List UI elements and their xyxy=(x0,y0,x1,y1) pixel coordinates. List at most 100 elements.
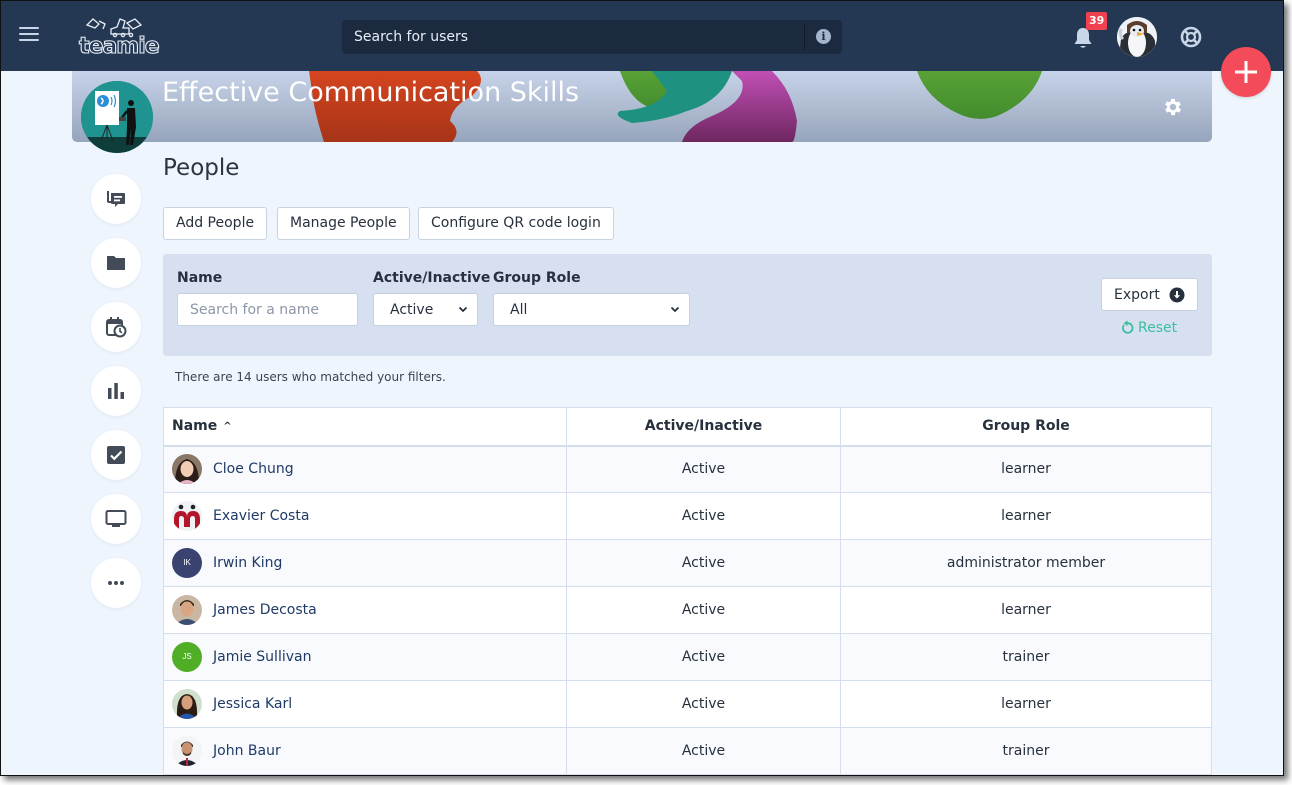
rail-discussion-button[interactable] xyxy=(91,174,141,224)
person: Jessica Karl xyxy=(172,689,566,719)
avatar[interactable] xyxy=(172,689,202,719)
plus-icon[interactable] xyxy=(1221,47,1271,97)
person-name-link[interactable]: Jessica Karl xyxy=(213,696,292,712)
manage-people-button[interactable]: Manage People xyxy=(277,207,410,240)
group-role-select-value: All xyxy=(510,302,528,318)
people-table-body: Cloe Chung Active learner Exavier Costa Acti… xyxy=(163,445,1212,775)
cell-status: Active xyxy=(566,539,841,587)
table-row: Exavier Costa Active learner xyxy=(163,492,1212,540)
export-button[interactable]: Export xyxy=(1101,278,1198,311)
cell-role: trainer xyxy=(840,727,1212,775)
configure-qr-login-button[interactable]: Configure QR code login xyxy=(418,207,614,240)
monitor-icon xyxy=(105,510,127,527)
top-navbar: teamie i 39 xyxy=(1,1,1283,71)
person-name-link[interactable]: James Decosta xyxy=(213,602,317,618)
download-circle-icon xyxy=(1169,287,1185,303)
bar-chart-icon xyxy=(108,383,124,399)
status-select-value: Active xyxy=(390,302,434,318)
person-name-link[interactable]: Exavier Costa xyxy=(213,508,309,524)
export-label: Export xyxy=(1114,287,1160,303)
course-logo xyxy=(81,81,153,153)
sort-ascending-icon: ^ xyxy=(223,421,232,433)
user-search: i xyxy=(342,20,842,54)
cell-name: IK Irwin King xyxy=(163,539,567,587)
table-row: Cloe Chung Active learner xyxy=(163,445,1212,493)
avatar[interactable]: IK xyxy=(172,548,202,578)
rail-schedule-button[interactable] xyxy=(91,302,141,352)
cell-name: Exavier Costa xyxy=(163,492,567,540)
cell-role: trainer xyxy=(840,633,1212,681)
more-horizontal-icon xyxy=(108,581,124,585)
avatar[interactable] xyxy=(172,736,202,766)
cell-role: learner xyxy=(840,492,1212,540)
group-role-select[interactable]: All xyxy=(493,293,690,326)
teamie-logo[interactable]: teamie xyxy=(77,15,169,57)
table-row: James Decosta Active learner xyxy=(163,586,1212,634)
cell-name: James Decosta xyxy=(163,586,567,634)
hamburger-icon[interactable] xyxy=(19,27,39,43)
page-title: People xyxy=(163,155,240,181)
cell-role: learner xyxy=(840,680,1212,728)
column-header-name-label: Name xyxy=(172,418,218,435)
chat-icon xyxy=(107,191,125,207)
status-filter-label: Active/Inactive xyxy=(373,270,491,286)
name-filter-field xyxy=(177,293,358,326)
cell-status: Active xyxy=(566,727,841,775)
table-row: JS Jamie Sullivan Active trainer xyxy=(163,633,1212,681)
person-name-link[interactable]: Jamie Sullivan xyxy=(213,649,311,665)
name-search-input[interactable] xyxy=(178,294,357,325)
cell-role: administrator member xyxy=(840,539,1212,587)
reset-link[interactable]: Reset xyxy=(1121,320,1177,336)
info-icon[interactable]: i xyxy=(816,29,831,44)
course-title: Effective Communication Skills xyxy=(162,77,580,108)
folder-icon xyxy=(107,256,125,270)
person-name-link[interactable]: Cloe Chung xyxy=(213,461,294,477)
reset-label: Reset xyxy=(1138,320,1178,336)
people-table: Name ^ Active/Inactive Group Role Cloe Ch… xyxy=(163,407,1212,775)
cell-name: JS Jamie Sullivan xyxy=(163,633,567,681)
gear-icon[interactable] xyxy=(1162,96,1184,118)
cell-status: Active xyxy=(566,445,841,493)
chevron-down-icon xyxy=(458,306,468,313)
person-name-link[interactable]: Irwin King xyxy=(213,555,282,571)
cell-role: learner xyxy=(840,586,1212,634)
person: John Baur xyxy=(172,736,566,766)
table-header-row: Name ^ Active/Inactive Group Role xyxy=(163,407,1212,446)
search-users-input[interactable] xyxy=(342,20,802,54)
checkbox-icon xyxy=(107,446,125,464)
name-filter-label: Name xyxy=(177,270,223,286)
notification-count-badge: 39 xyxy=(1086,12,1108,30)
column-header-name[interactable]: Name ^ xyxy=(163,407,567,446)
results-summary: There are 14 users who matched your filt… xyxy=(175,370,446,384)
cell-name: Jessica Karl xyxy=(163,680,567,728)
rail-files-button[interactable] xyxy=(91,238,141,288)
rail-more-button[interactable] xyxy=(91,558,141,608)
avatar[interactable]: JS xyxy=(172,642,202,672)
calendar-clock-icon xyxy=(106,317,127,338)
add-people-button[interactable]: Add People xyxy=(163,207,268,240)
search-divider xyxy=(804,24,805,50)
rail-analytics-button[interactable] xyxy=(91,366,141,416)
table-row: John Baur Active trainer xyxy=(163,727,1212,775)
column-header-role[interactable]: Group Role xyxy=(840,407,1212,446)
table-row: IK Irwin King Active administrator member xyxy=(163,539,1212,587)
course-banner: Effective Communication Skills xyxy=(72,71,1212,142)
reset-icon xyxy=(1122,320,1134,334)
avatar[interactable] xyxy=(172,595,202,625)
person: IK Irwin King xyxy=(172,548,566,578)
cell-status: Active xyxy=(566,586,841,634)
filter-panel: Name Active/Inactive Active Group Role A… xyxy=(163,254,1212,356)
lifebuoy-icon[interactable] xyxy=(1180,26,1202,48)
chevron-down-icon xyxy=(670,306,680,313)
svg-text:teamie: teamie xyxy=(79,34,159,57)
role-filter-label: Group Role xyxy=(493,270,581,286)
rail-tasks-button[interactable] xyxy=(91,430,141,480)
user-avatar[interactable] xyxy=(1117,17,1157,57)
person-name-link[interactable]: John Baur xyxy=(213,743,281,759)
avatar[interactable] xyxy=(172,501,202,531)
cell-name: Cloe Chung xyxy=(163,445,567,493)
rail-presentation-button[interactable] xyxy=(91,494,141,544)
avatar[interactable] xyxy=(172,454,202,485)
status-select[interactable]: Active xyxy=(373,293,478,326)
column-header-status[interactable]: Active/Inactive xyxy=(566,407,841,446)
